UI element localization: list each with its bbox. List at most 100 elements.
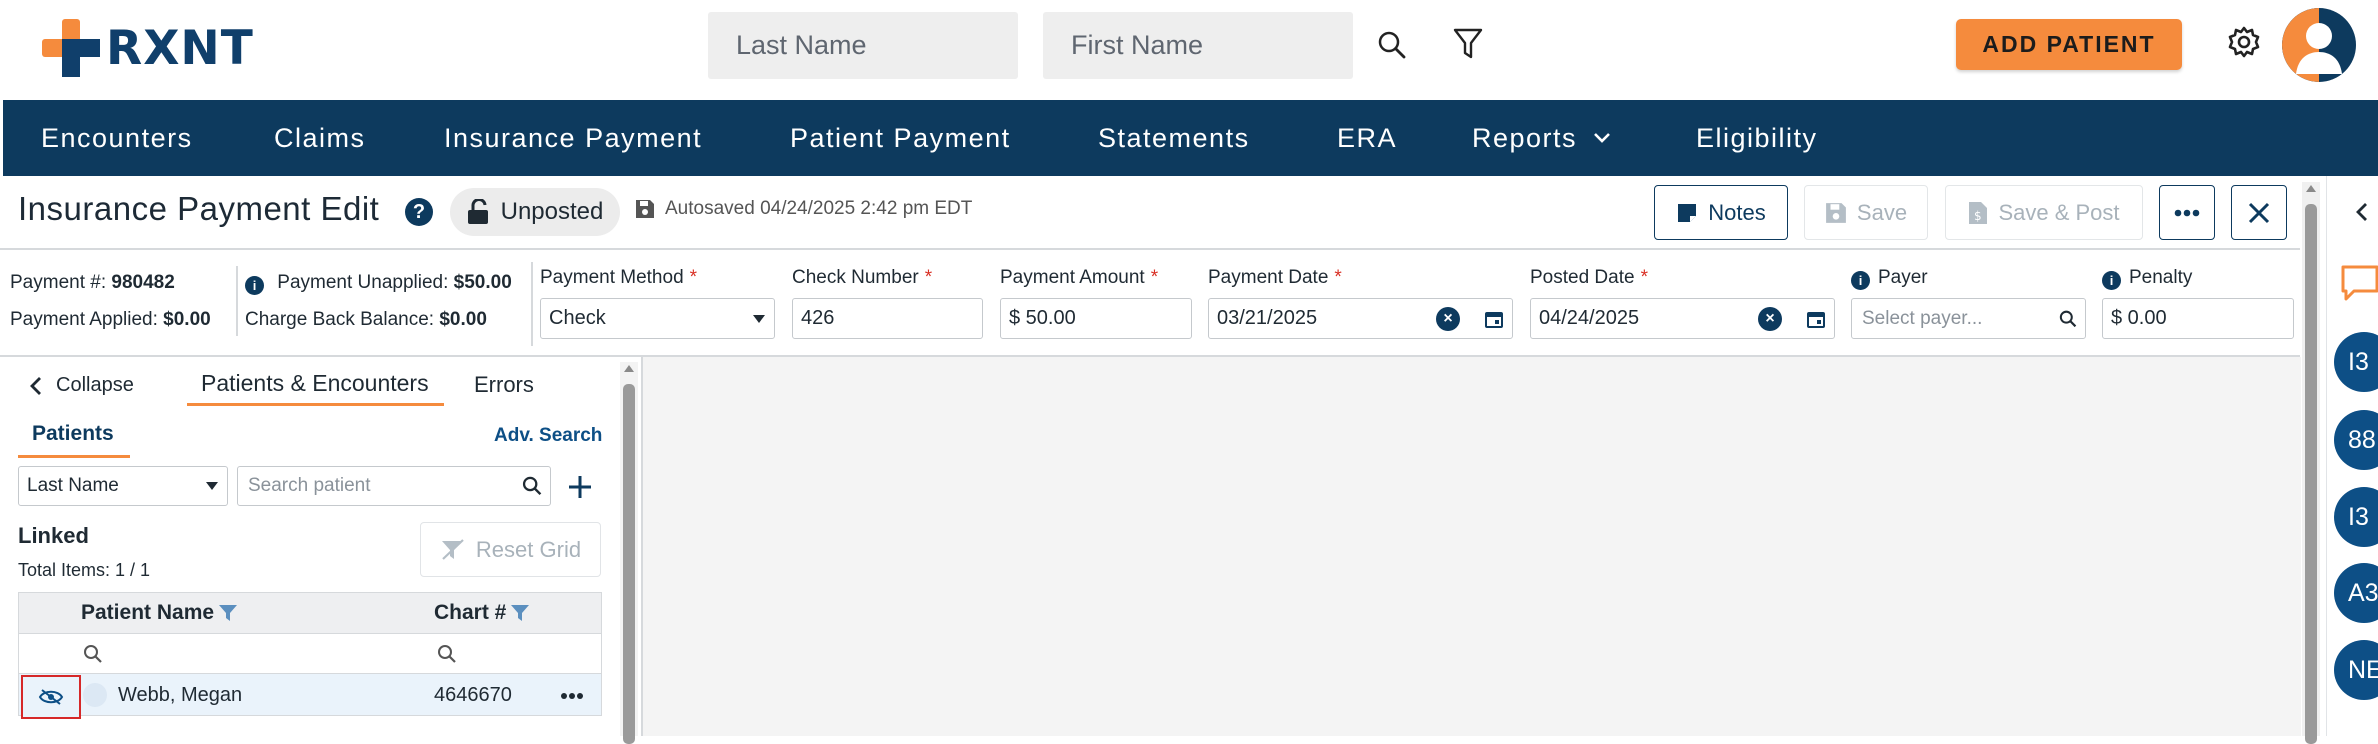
main-scrollbar[interactable]	[2302, 182, 2320, 744]
svg-text:$: $	[1974, 209, 1982, 223]
last-name-search-input[interactable]	[708, 12, 1018, 79]
payment-number-label: Payment #:	[10, 272, 107, 293]
chevron-left-icon[interactable]	[2352, 200, 2372, 224]
nav-insurance-payment[interactable]: Insurance Payment	[444, 100, 702, 176]
col-patient-name[interactable]: Patient Name	[81, 601, 238, 625]
search-by-select[interactable]: Last Name	[18, 466, 228, 506]
info-icon: i	[2102, 271, 2121, 290]
adv-search-link[interactable]: Adv. Search	[494, 425, 602, 447]
more-options-button[interactable]	[2159, 185, 2215, 240]
row-radio[interactable]	[83, 683, 107, 707]
cross-logo-icon	[42, 19, 100, 77]
posted-date-label: Posted Date *	[1530, 267, 1648, 288]
info-icon: i	[1851, 271, 1870, 290]
chart-number-cell: 4646670	[434, 684, 512, 706]
main-scroll-thumb[interactable]	[2305, 204, 2317, 744]
chat-icon[interactable]	[2340, 264, 2378, 307]
caret-down-icon	[206, 482, 218, 490]
header-divider	[0, 248, 2300, 250]
payment-amount-field[interactable]: $ 50.00	[1000, 298, 1192, 339]
total-items: Total Items: 1 / 1	[18, 560, 151, 580]
rxnt-logo[interactable]: RXNT	[40, 16, 270, 80]
reset-grid-button[interactable]: Reset Grid	[420, 522, 601, 577]
posted-date-field[interactable]: 04/24/2025 ×	[1530, 298, 1835, 339]
payer-select[interactable]	[1851, 298, 2086, 339]
payment-unapplied: i Payment Unapplied: $50.00	[245, 272, 512, 295]
col-chart-label: Chart #	[434, 601, 507, 624]
filter-icon[interactable]	[218, 604, 238, 622]
payer-input[interactable]	[1860, 306, 2059, 331]
notes-button[interactable]: Notes	[1654, 185, 1788, 240]
nav-reports[interactable]: Reports	[1472, 100, 1611, 176]
calendar-icon[interactable]	[1806, 309, 1826, 329]
nav-claims[interactable]: Claims	[274, 100, 366, 176]
nav-encounters[interactable]: Encounters	[41, 100, 193, 176]
nav-reports-label: Reports	[1472, 122, 1578, 153]
autosaved-text: Autosaved 04/24/2025 2:42 pm EDT	[665, 198, 973, 219]
caret-down-icon	[753, 314, 765, 323]
penalty-label: i Penalty	[2102, 267, 2192, 290]
help-icon[interactable]: ?	[405, 198, 433, 226]
search-icon[interactable]	[83, 644, 103, 664]
payment-number-value: 980482	[111, 272, 175, 293]
clear-posted-date-icon[interactable]: ×	[1758, 306, 1782, 331]
save-disk-icon	[636, 200, 654, 218]
table-row[interactable]: Webb, Megan 4646670	[18, 674, 602, 719]
payment-method-select[interactable]: Check	[540, 298, 775, 339]
save-button[interactable]: Save	[1804, 185, 1928, 240]
add-patient-button[interactable]: ADD PATIENT	[1956, 19, 2182, 70]
payment-number: Payment #: 980482	[10, 272, 175, 294]
left-panel-scroll-thumb[interactable]	[623, 384, 635, 744]
search-patient-field[interactable]	[237, 466, 551, 506]
hide-row-button[interactable]	[21, 675, 81, 719]
autosaved-status: Autosaved 04/24/2025 2:42 pm EDT	[635, 198, 972, 220]
penalty-field[interactable]: $ 0.00	[2102, 298, 2294, 339]
col-chart[interactable]: Chart #	[434, 601, 530, 625]
subtab-patients[interactable]: Patients	[32, 422, 114, 446]
save-post-label: Save & Post	[1998, 199, 2120, 225]
scroll-up-icon[interactable]	[624, 364, 634, 372]
nav-statements[interactable]: Statements	[1098, 100, 1250, 176]
clear-payment-date-icon[interactable]: ×	[1436, 306, 1460, 331]
search-icon[interactable]	[522, 475, 542, 497]
nav-era[interactable]: ERA	[1337, 100, 1397, 176]
subtab-active-indicator	[18, 455, 130, 458]
check-number-value: 426	[801, 307, 835, 329]
search-patient-input[interactable]	[246, 474, 522, 498]
left-panel-scrollbar[interactable]	[620, 362, 638, 744]
row-more-icon[interactable]	[560, 687, 584, 705]
nav-eligibility[interactable]: Eligibility	[1696, 100, 1818, 176]
user-avatar-icon[interactable]	[2282, 8, 2356, 82]
chevron-down-icon	[1594, 133, 1610, 143]
payment-amount-label: Payment Amount *	[1000, 267, 1159, 288]
search-icon[interactable]	[1372, 25, 1412, 65]
close-button[interactable]	[2231, 185, 2287, 240]
info-icon: i	[245, 276, 264, 295]
status-label: Unposted	[500, 198, 604, 225]
nav-patient-payment[interactable]: Patient Payment	[790, 100, 1011, 176]
main-nav: Encounters Claims Insurance Payment Pati…	[3, 100, 2378, 176]
tab-patients-encounters[interactable]: Patients & Encounters	[201, 370, 429, 397]
save-and-post-button[interactable]: $ Save & Post	[1945, 185, 2143, 240]
top-bar: RXNT ADD PATIENT	[0, 0, 2378, 100]
search-by-value: Last Name	[27, 475, 119, 496]
workspace-area	[643, 357, 2301, 736]
search-icon[interactable]	[2059, 309, 2077, 329]
tab-errors[interactable]: Errors	[474, 372, 534, 398]
payment-applied-value: $0.00	[163, 309, 211, 330]
save-disk-icon	[1826, 202, 1846, 223]
scroll-up-icon[interactable]	[2306, 184, 2316, 192]
search-icon[interactable]	[437, 644, 457, 664]
check-number-field[interactable]: 426	[792, 298, 983, 339]
filter-icon[interactable]	[1448, 23, 1488, 65]
gear-icon[interactable]	[2224, 22, 2264, 62]
invoice-dollar-icon: $	[1969, 201, 1988, 224]
payment-date-value: 03/21/2025	[1217, 307, 1318, 329]
collapse-button[interactable]: Collapse	[30, 374, 134, 397]
filter-icon[interactable]	[510, 604, 530, 622]
first-name-search-input[interactable]	[1043, 12, 1353, 79]
payment-date-field[interactable]: 03/21/2025 ×	[1208, 298, 1513, 339]
payment-applied-label: Payment Applied:	[10, 309, 158, 330]
calendar-icon[interactable]	[1484, 309, 1504, 329]
add-patient-link-icon[interactable]	[563, 470, 597, 504]
